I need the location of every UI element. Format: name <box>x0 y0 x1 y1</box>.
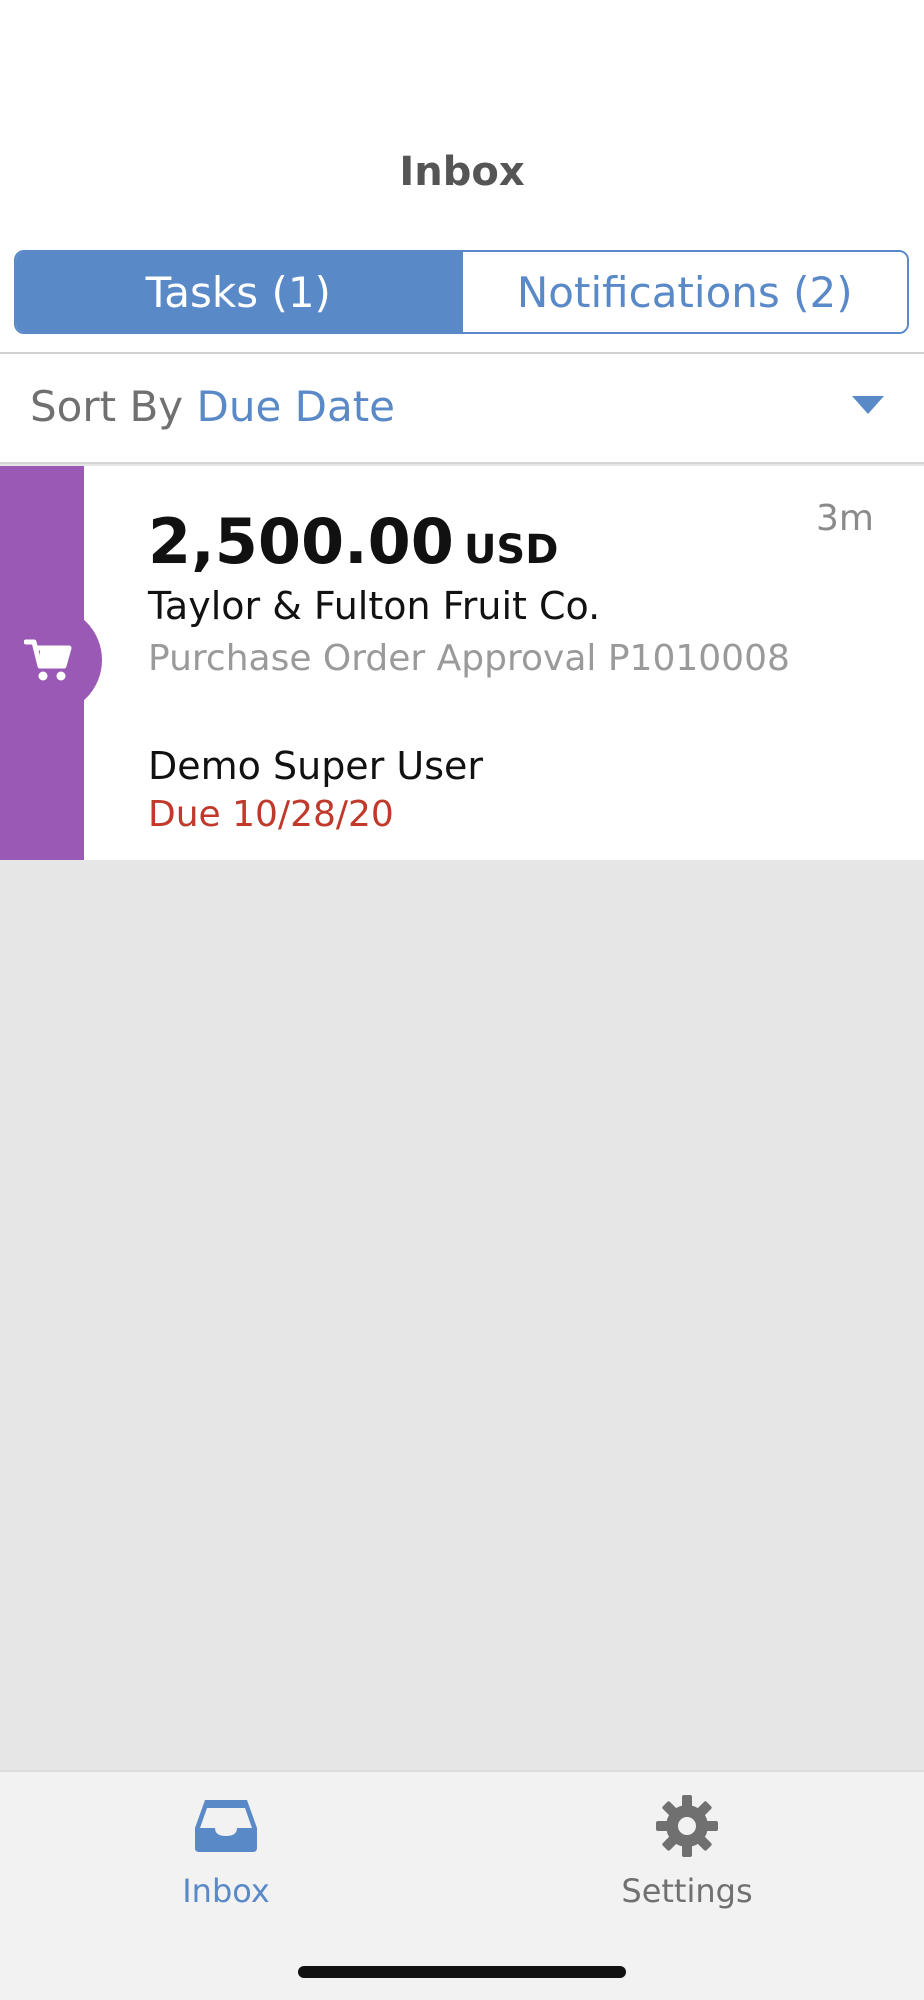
vendor-name: Taylor & Fulton Fruit Co. <box>148 584 601 628</box>
tab-inbox[interactable]: Inbox <box>126 1790 326 1910</box>
task-age: 3m <box>816 498 874 539</box>
task-amount: 2,500.00 USD <box>148 502 558 590</box>
inbox-icon <box>195 1800 257 1852</box>
sort-prefix: Sort By <box>30 382 184 431</box>
page-title: Inbox <box>399 149 525 195</box>
currency: USD <box>463 527 559 573</box>
home-indicator <box>298 1966 626 1978</box>
segmented-control: Tasks (1) Notifications (2) <box>14 250 909 334</box>
task-card[interactable]: 2,500.00 USD 3m Taylor & Fulton Fruit Co.… <box>0 466 924 860</box>
chevron-down-icon[interactable] <box>852 396 884 414</box>
sort-bar[interactable]: Sort By Due Date <box>0 354 924 464</box>
document-description: Purchase Order Approval P1010008 <box>148 638 790 679</box>
gear-icon <box>656 1795 718 1857</box>
tab-tasks[interactable]: Tasks (1) <box>16 252 461 332</box>
header: Inbox Tasks (1) Notifications (2) <box>0 0 924 352</box>
tab-inbox-label: Inbox <box>182 1872 270 1910</box>
tab-settings-label: Settings <box>621 1872 753 1910</box>
tab-settings[interactable]: Settings <box>587 1790 787 1910</box>
sort-value: Due Date <box>196 382 396 431</box>
tab-notifications[interactable]: Notifications (2) <box>460 252 907 332</box>
shopping-cart-icon <box>24 639 72 681</box>
due-date: Due 10/28/20 <box>148 794 394 835</box>
sort-label: Sort By Due Date <box>30 382 395 431</box>
assigned-user: Demo Super User <box>148 744 484 788</box>
amount-value: 2,500.00 <box>148 505 454 578</box>
